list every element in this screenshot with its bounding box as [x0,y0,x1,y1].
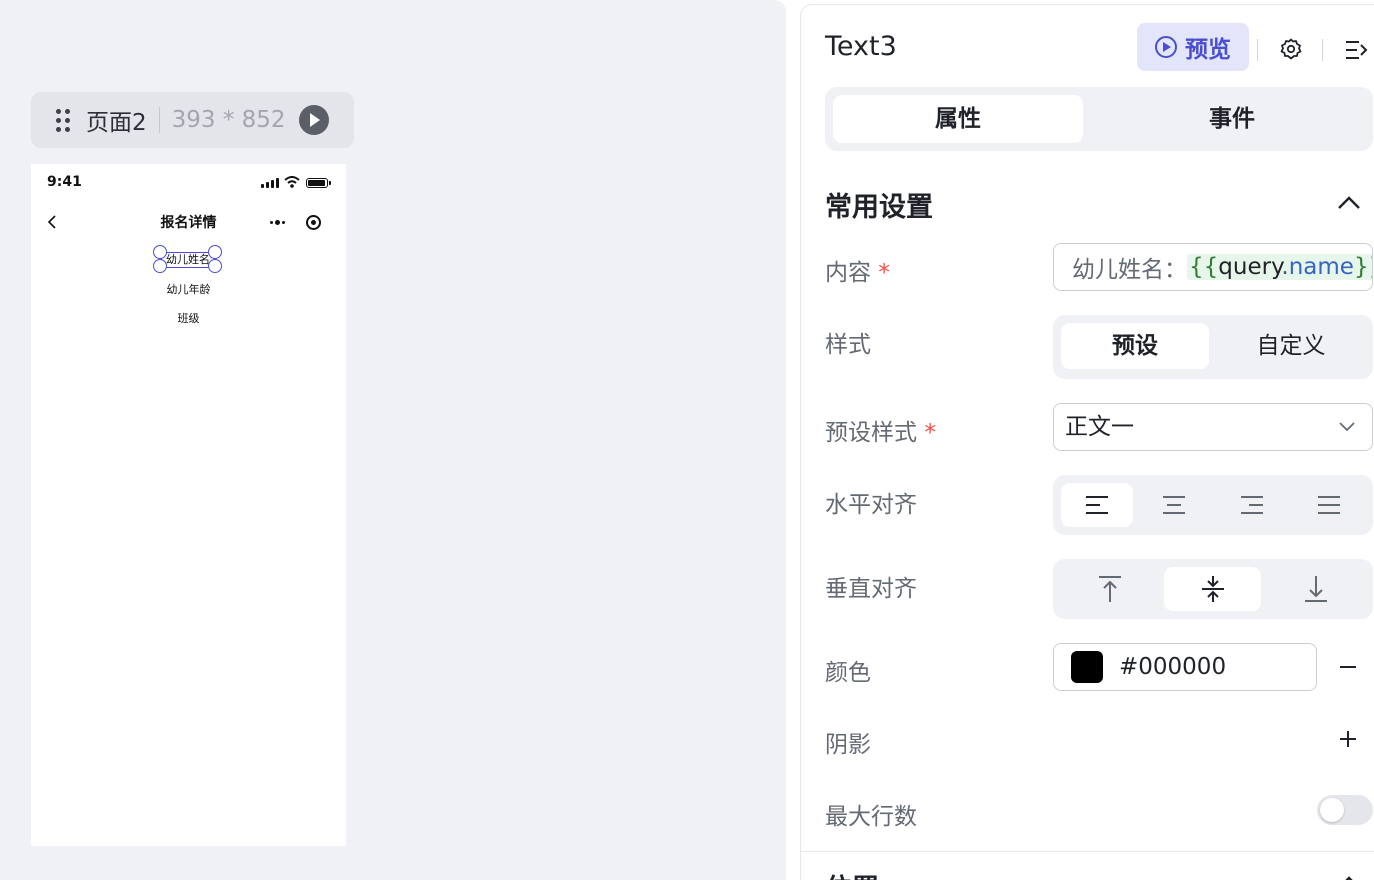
text-child-name: 幼儿姓名 [166,253,210,266]
drag-handle-icon[interactable] [56,107,70,133]
page-tag-divider [158,107,160,133]
page-size: 393 * 852 [171,107,286,133]
remove-color-button[interactable] [1339,655,1359,679]
section-position[interactable]: 位置 [825,867,879,880]
max-lines-toggle[interactable] [1317,795,1373,825]
resize-handle-top-left[interactable] [153,245,167,259]
h-align-segmented [1053,475,1373,535]
shadow-label: 阴影 [825,732,871,758]
play-icon[interactable] [298,105,329,135]
content-label: 内容 * [825,253,890,287]
expr-prop: name [1288,254,1354,280]
align-middle-icon [1201,576,1224,602]
align-top-icon [1098,576,1121,602]
align-left-icon [1086,496,1108,514]
style-option-custom[interactable]: 自定义 [1217,323,1365,369]
page-tag[interactable]: 页面2 393 * 852 [31,92,354,148]
expr-key: query [1218,254,1282,280]
align-bottom-icon [1304,576,1327,602]
chevron-down-icon [1339,422,1355,432]
style-label: 样式 [825,332,871,358]
status-bar: 9:41 [31,164,346,202]
align-center-icon [1163,496,1185,514]
align-center-button[interactable] [1138,483,1210,527]
v-align-label: 垂直对齐 [825,576,917,602]
max-lines-label: 最大行数 [825,804,917,830]
section-divider [801,851,1374,852]
color-label: 颜色 [825,660,871,686]
preview-button[interactable]: 预览 [1137,23,1249,71]
mini-nav-bar: 报名详情 [31,202,346,242]
collapse-panel-icon[interactable] [1344,39,1370,61]
color-swatch[interactable] [1071,651,1103,683]
align-right-icon [1241,496,1263,514]
close-target-icon[interactable] [305,214,321,230]
text-class[interactable]: 班级 [31,310,346,326]
preset-style-label: 预设样式 * [825,413,936,447]
expr-open: {{ [1189,254,1219,280]
v-align-segmented [1053,559,1373,619]
more-icon[interactable] [269,219,285,225]
expr-close: }} [1353,254,1372,280]
tab-properties[interactable]: 属性 [833,95,1083,143]
align-middle-button[interactable] [1164,567,1261,611]
h-align-label: 水平对齐 [825,492,917,518]
content-expression: {{query.name}} [1187,254,1372,280]
component-name: Text3 [825,31,897,62]
canvas-area: 页面2 393 * 852 9:41 报名详情 幼儿姓名 幼儿年龄 班级 [0,0,786,880]
chevron-up-icon[interactable] [1337,875,1361,880]
header-divider-2 [1322,39,1323,61]
resize-handle-top-right[interactable] [208,245,222,259]
header-divider [1257,39,1258,61]
resize-handle-bottom-right[interactable] [208,259,222,273]
signal-icon [261,178,279,188]
tab-events[interactable]: 事件 [1107,95,1357,143]
align-justify-button[interactable] [1293,483,1365,527]
play-circle-icon [1155,36,1177,58]
align-justify-icon [1318,496,1340,514]
chevron-up-icon[interactable] [1337,195,1361,211]
text-child-age[interactable]: 幼儿年龄 [31,281,346,297]
content-label-text: 内容 [825,260,871,286]
align-top-button[interactable] [1061,567,1158,611]
preview-label: 预览 [1185,37,1231,63]
capsule-menu[interactable] [259,206,331,238]
page-name: 页面2 [86,110,147,136]
content-prefix: 幼儿姓名： [1072,257,1187,283]
color-value: #000000 [1119,654,1227,680]
style-segmented: 预设 自定义 [1053,315,1373,379]
phone-preview: 9:41 报名详情 幼儿姓名 幼儿年龄 班级 [31,164,346,846]
align-bottom-button[interactable] [1267,567,1364,611]
style-option-preset[interactable]: 预设 [1061,323,1209,369]
required-mark: * [878,260,890,286]
preset-style-select[interactable]: 正文一 [1053,403,1373,451]
battery-icon [306,178,331,188]
expr-dot: . [1281,254,1289,280]
color-input[interactable]: #000000 [1053,643,1317,691]
required-mark: * [924,420,936,446]
section-common-settings[interactable]: 常用设置 [825,185,933,224]
resize-handle-bottom-left[interactable] [153,259,167,273]
content-input[interactable]: 幼儿姓名： {{query.name}} [1053,243,1373,291]
add-shadow-button[interactable] [1339,727,1359,751]
properties-panel: Text3 预览 属性 事件 常用设置 内容 * 幼儿姓名： {{query.n… [800,4,1374,880]
wifi-icon [284,176,300,188]
preset-style-label-text: 预设样式 [825,420,917,446]
preset-style-value: 正文一 [1065,414,1134,440]
gear-icon[interactable] [1279,37,1303,61]
status-time: 9:41 [47,174,82,190]
align-right-button[interactable] [1216,483,1288,527]
align-left-button[interactable] [1061,483,1133,527]
panel-tabs: 属性 事件 [825,87,1373,151]
